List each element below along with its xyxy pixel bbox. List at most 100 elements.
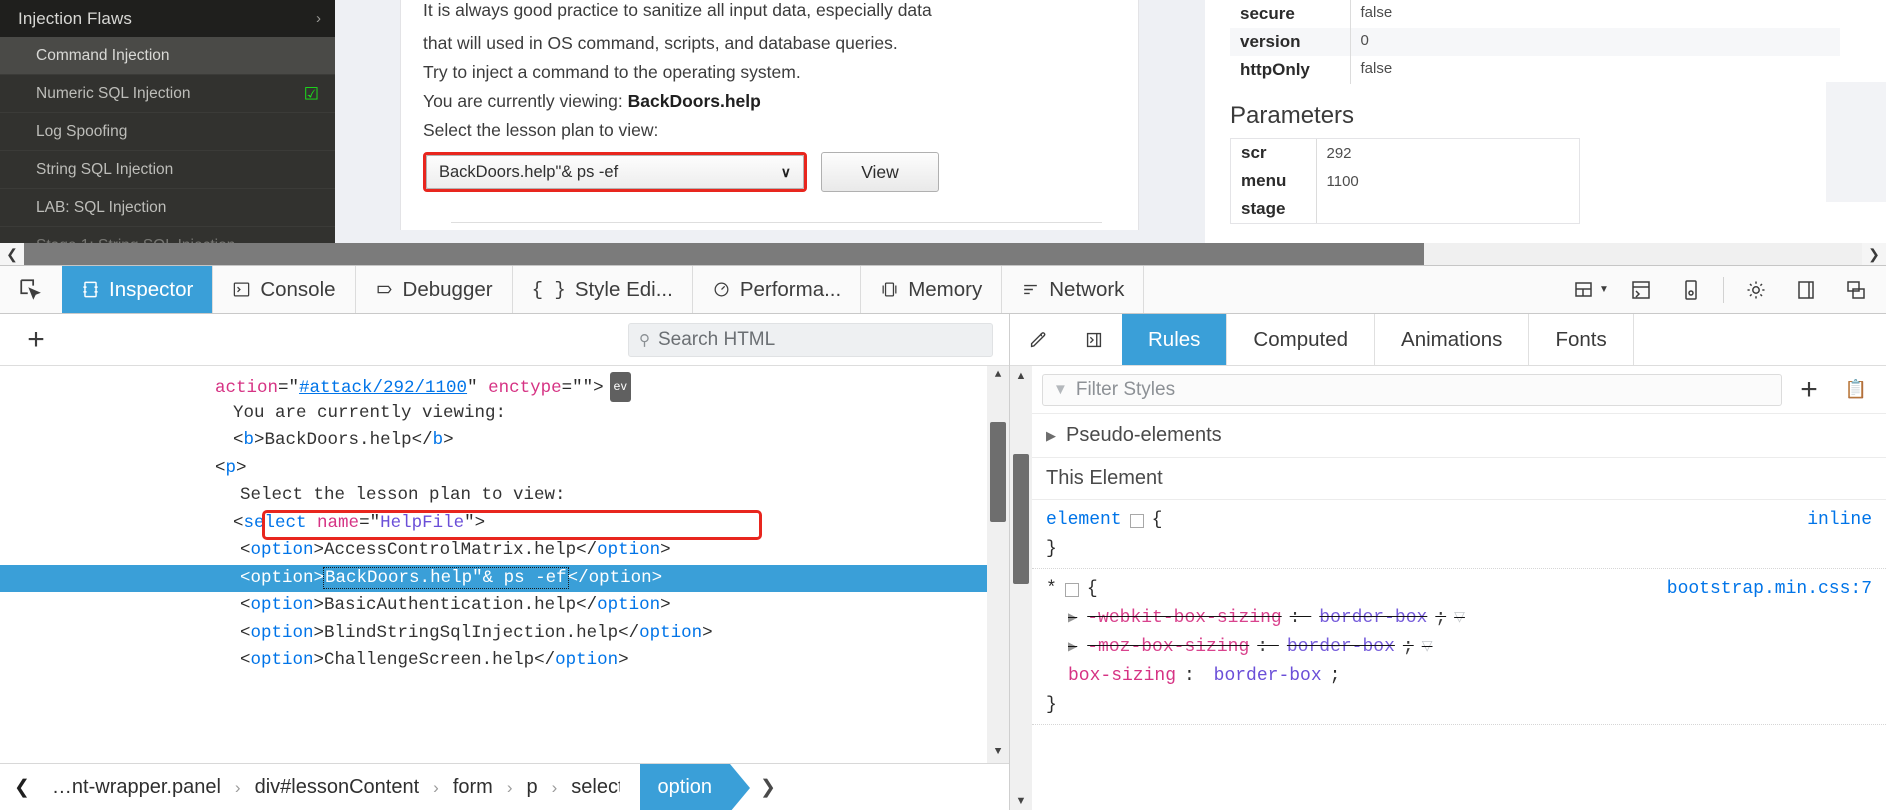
dock-side-icon[interactable]: [1782, 266, 1830, 314]
rule-selector[interactable]: element: [1046, 506, 1122, 535]
semicolon: ;: [1435, 608, 1447, 628]
rule-source[interactable]: inline: [1807, 506, 1872, 535]
breadcrumb-item-option[interactable]: option: [619, 764, 750, 810]
filter-property-icon[interactable]: ▽: [1422, 633, 1433, 662]
declaration-moz-box-sizing[interactable]: ▶ -moz-box-sizing: border-box; ▽: [1032, 633, 1886, 662]
declaration-value[interactable]: border-box: [1319, 604, 1427, 633]
triangle-right-icon[interactable]: ▶: [1068, 604, 1077, 633]
declaration-property[interactable]: box-sizing: [1068, 662, 1176, 691]
markup-line[interactable]: ▼<select name="HelpFile">: [0, 510, 1009, 538]
event-listener-badge[interactable]: ev: [609, 372, 632, 402]
breadcrumb-item-wrapper-panel[interactable]: …nt-wrapper.panel: [42, 776, 231, 799]
sidebar-item-numeric-sql-injection[interactable]: Numeric SQL Injection ☑: [0, 75, 335, 113]
markup-line[interactable]: <option>BlindStringSqlInjection.help</op…: [0, 620, 1009, 648]
tab-label: Style Edi...: [574, 277, 673, 301]
triangle-right-icon[interactable]: ▶: [1068, 633, 1077, 662]
colon: :: [1184, 666, 1206, 686]
sidebar-category-injection-flaws[interactable]: Injection Flaws ›: [0, 0, 335, 37]
breadcrumb-item-form[interactable]: form: [443, 776, 503, 799]
sidebar-item-lab-sql-injection[interactable]: LAB: SQL Injection: [0, 189, 335, 227]
sidebar-item-log-spoofing[interactable]: Log Spoofing: [0, 113, 335, 151]
scrollbar-track[interactable]: [24, 243, 1862, 265]
declaration-property[interactable]: -webkit-box-sizing: [1087, 604, 1281, 633]
scrollbar-thumb[interactable]: [990, 422, 1006, 522]
screenshot-icon[interactable]: [1667, 266, 1715, 314]
responsive-design-mode-icon[interactable]: ▼: [1567, 266, 1615, 314]
settings-gear-icon[interactable]: [1732, 266, 1780, 314]
view-button[interactable]: View: [821, 152, 939, 192]
tab-debugger[interactable]: Debugger: [356, 266, 513, 313]
add-rule-button[interactable]: +: [1782, 373, 1836, 407]
markup-token: <: [233, 430, 244, 450]
chevron-left-icon[interactable]: ❮: [0, 776, 42, 799]
tab-memory[interactable]: Memory: [861, 266, 1003, 313]
breadcrumb-item-lesson-content[interactable]: div#lessonContent: [245, 776, 430, 799]
element-picker-icon[interactable]: [0, 266, 62, 313]
markup-vertical-scrollbar[interactable]: ▲ ▼: [987, 366, 1009, 763]
tab-rules[interactable]: Rules: [1122, 314, 1228, 365]
declaration-value[interactable]: border-box: [1214, 662, 1322, 691]
markup-line[interactable]: action="#attack/292/1100" enctype=""> ev: [0, 372, 1009, 402]
helpfile-select[interactable]: BackDoors.help"& ps -ef ∨: [426, 155, 804, 189]
rule-view-icon[interactable]: [1066, 314, 1122, 365]
sidebar-item-command-injection[interactable]: Command Injection: [0, 37, 335, 75]
scroll-down-arrow-icon[interactable]: ▼: [1010, 791, 1032, 810]
tab-console[interactable]: Console: [213, 266, 356, 313]
copy-rules-icon[interactable]: 📋: [1836, 379, 1876, 400]
scroll-up-arrow-icon[interactable]: ▲: [987, 366, 1009, 386]
rule-toggle-icon[interactable]: [1064, 582, 1079, 597]
tab-inspector[interactable]: Inspector: [62, 266, 214, 313]
tab-animations[interactable]: Animations: [1375, 314, 1530, 365]
search-html-input[interactable]: ⚲ Search HTML: [628, 322, 993, 357]
rule-toggle-icon[interactable]: [1129, 513, 1144, 528]
open-brace: {: [1151, 510, 1163, 530]
scroll-left-arrow-icon[interactable]: ❮: [0, 243, 24, 265]
tab-computed[interactable]: Computed: [1227, 314, 1376, 365]
pencil-edit-icon[interactable]: [1010, 314, 1066, 365]
markup-line[interactable]: <option>ChallengeScreen.help</option>: [0, 647, 1009, 675]
tab-performance[interactable]: Performa...: [693, 266, 862, 313]
markup-line[interactable]: <b>BackDoors.help</b>: [0, 427, 1009, 455]
markup-line[interactable]: <option>AccessControlMatrix.help</option…: [0, 537, 1009, 565]
page-horizontal-scrollbar[interactable]: ❮ ❯: [0, 243, 1886, 265]
sidebar-item-stage-1[interactable]: Stage 1: String SQL Injection: [0, 227, 335, 244]
split-console-icon[interactable]: [1617, 266, 1665, 314]
filter-styles-input[interactable]: ▼ Filter Styles: [1042, 373, 1782, 406]
markup-token: BasicAuthentication.help: [324, 595, 577, 615]
tab-style-editor[interactable]: { } Style Edi...: [513, 266, 693, 313]
dock-separate-window-icon[interactable]: [1832, 266, 1880, 314]
editable-text-node[interactable]: BackDoors.help"& ps -ef: [323, 566, 569, 589]
scroll-right-arrow-icon[interactable]: ❯: [1862, 243, 1886, 265]
scrollbar-thumb[interactable]: [24, 243, 1424, 265]
breadcrumb-item-p[interactable]: p: [516, 776, 547, 799]
rule-selector[interactable]: *: [1046, 575, 1057, 604]
declaration-value[interactable]: border-box: [1287, 633, 1395, 662]
add-node-button[interactable]: +: [8, 324, 64, 355]
declaration-box-sizing[interactable]: box-sizing: border-box;: [1032, 662, 1886, 691]
scroll-down-arrow-icon[interactable]: ▼: [987, 743, 1009, 763]
sidebar-category-label: Injection Flaws: [18, 8, 132, 28]
lesson-text-line-2: that will used in OS command, scripts, a…: [423, 33, 898, 53]
chevron-right-icon: ›: [316, 10, 321, 27]
breadcrumb-separator: ›: [551, 777, 558, 797]
pseudo-elements-section[interactable]: ▶ Pseudo-elements: [1032, 414, 1886, 458]
scroll-up-arrow-icon[interactable]: ▲: [1010, 366, 1032, 386]
scrollbar-thumb[interactable]: [1013, 454, 1029, 584]
markup-line[interactable]: <option>BasicAuthentication.help</option…: [0, 592, 1009, 620]
markup-line[interactable]: ▼<p>: [0, 455, 1009, 483]
filter-property-icon[interactable]: ▽: [1454, 604, 1465, 633]
markup-token: >: [660, 540, 671, 560]
rule-source[interactable]: bootstrap.min.css:7: [1667, 575, 1872, 604]
tab-network[interactable]: Network: [1002, 266, 1145, 313]
declaration-property[interactable]: -moz-box-sizing: [1087, 633, 1249, 662]
markup-line[interactable]: You are currently viewing:: [0, 400, 1009, 428]
markup-token: option: [250, 567, 314, 588]
parameters-heading: Parameters: [1230, 102, 1355, 129]
markup-line[interactable]: Select the lesson plan to view:: [0, 482, 1009, 510]
sidebar-item-string-sql-injection[interactable]: String SQL Injection: [0, 151, 335, 189]
rules-vertical-scrollbar[interactable]: ▲ ▼: [1010, 366, 1032, 810]
rule-block-inline: element { inline }: [1032, 500, 1886, 569]
declaration-webkit-box-sizing[interactable]: ▶ -webkit-box-sizing: border-box; ▽: [1032, 604, 1886, 633]
markup-line-selected[interactable]: <option>BackDoors.help"& ps -ef</option>: [0, 564, 1009, 592]
tab-fonts[interactable]: Fonts: [1529, 314, 1634, 365]
